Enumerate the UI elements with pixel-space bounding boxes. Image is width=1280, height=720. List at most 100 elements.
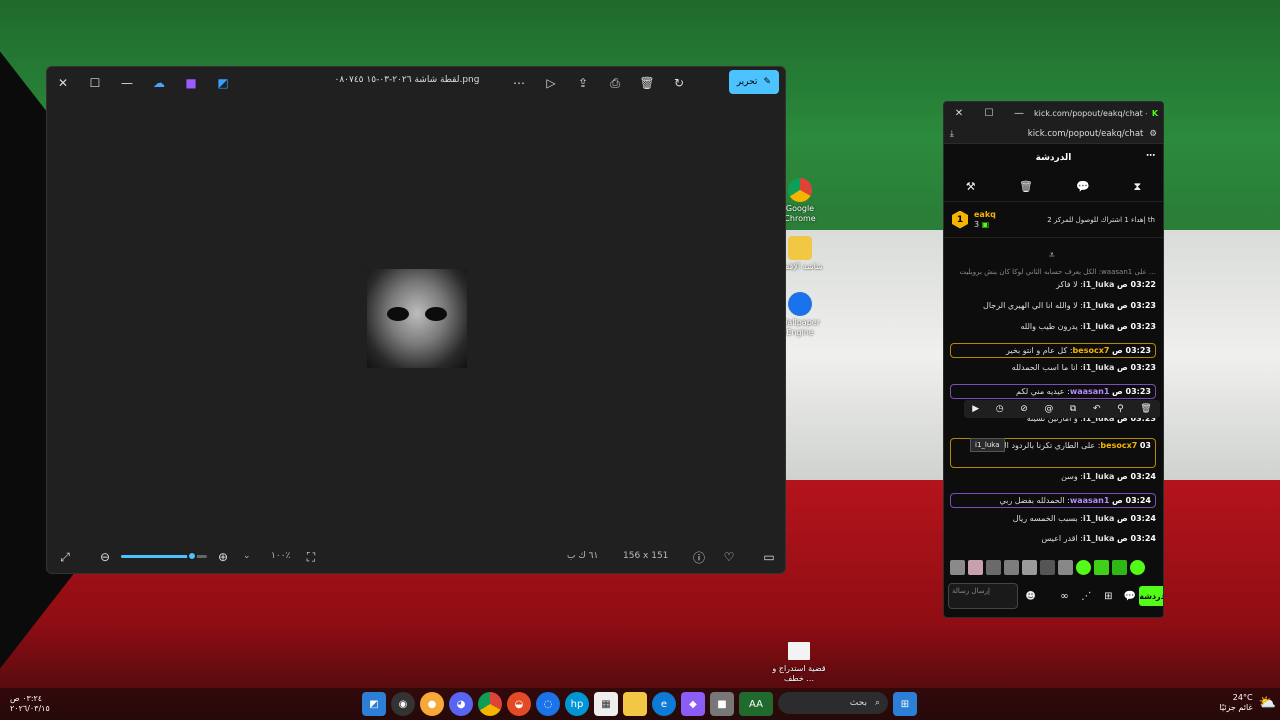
hammer-icon[interactable]: ⚒ <box>966 180 976 193</box>
fit-icon[interactable]: ⛶ <box>295 543 327 571</box>
zoom-slider[interactable] <box>121 551 207 561</box>
emote-icon[interactable] <box>968 560 983 575</box>
delete-icon[interactable]: 🗑 <box>1140 404 1151 414</box>
app-icon[interactable]: ◒ <box>507 692 531 716</box>
message-username[interactable]: i1_luka <box>1083 280 1114 289</box>
play-icon[interactable]: ▶ <box>972 404 979 414</box>
expand-icon[interactable]: ⤢ <box>49 543 81 571</box>
timeout-icon[interactable]: ◷ <box>996 404 1004 414</box>
store-icon[interactable]: ▦ <box>594 692 618 716</box>
print-icon[interactable]: ⎙ <box>599 69 631 97</box>
zoom-out-icon[interactable]: ⊖ <box>89 543 121 571</box>
emote-icon[interactable] <box>1112 560 1127 575</box>
chrome-icon[interactable] <box>478 692 502 716</box>
trash-icon[interactable]: 🗑 <box>1019 180 1033 193</box>
gift-icon[interactable]: ⊞ <box>1099 591 1117 602</box>
taskbar-weather[interactable]: 24°C غائم جزئيًا ⛅ <box>1219 693 1276 713</box>
chat-bubble-icon[interactable]: 💬 <box>1121 591 1139 602</box>
hp-icon[interactable]: hp <box>565 692 589 716</box>
hide-icon[interactable]: ⊘ <box>1020 404 1028 414</box>
chat-message[interactable]: 03:24 ص waasan1: الحمدلله بفضل ربي <box>950 493 1156 508</box>
slideshow-icon[interactable]: ▷ <box>535 69 567 97</box>
message-username[interactable]: i1_luka <box>1083 534 1114 543</box>
discord-icon[interactable]: ◕ <box>449 692 473 716</box>
maximize-icon[interactable]: ☐ <box>79 69 111 97</box>
chat-bubble-icon[interactable]: 💬 <box>1076 180 1090 193</box>
chat-message[interactable]: 03:23 ص i1_luka: لا والله انا الي الهيري… <box>950 301 1156 310</box>
app-icon[interactable]: ■ <box>710 692 734 716</box>
address-bar[interactable]: ⤓ kick.com/popout/eakq/chat ⚙ <box>944 124 1163 144</box>
designer-icon[interactable]: ◩ <box>207 69 239 97</box>
pin-icon[interactable]: ⚲ <box>1117 404 1124 414</box>
maximize-icon[interactable]: ☐ <box>974 108 1004 119</box>
send-chat-button[interactable]: دردشة <box>1139 586 1163 606</box>
taskbar-clock[interactable]: ٠٣:٢٤ ص ٢٠٢٦/٠٣/١٥ <box>10 694 50 714</box>
message-username[interactable]: waasan1 <box>1070 496 1110 505</box>
chat-message-input[interactable]: إرسال رسالة <box>948 583 1018 609</box>
more-options-icon[interactable]: ⋯ <box>503 69 535 97</box>
message-username[interactable]: i1_luka <box>1083 472 1114 481</box>
start-icon[interactable]: ⊞ <box>893 692 917 716</box>
chat-message[interactable]: 03:24 ص i1_luka: بسبب الخمسه ريال <box>950 514 1156 523</box>
delete-icon[interactable]: 🗑 <box>631 69 663 97</box>
folder-icon[interactable] <box>623 692 647 716</box>
share-icon[interactable]: ⋰ <box>1077 591 1095 602</box>
zoom-dropdown-icon[interactable]: ⌄ <box>243 551 251 561</box>
zoom-in-icon[interactable]: ⊕ <box>207 543 239 571</box>
app-icon[interactable]: AA <box>739 692 773 716</box>
message-username[interactable]: i1_luka <box>1083 363 1114 372</box>
share-icon[interactable]: ⇪ <box>567 69 599 97</box>
app-icon[interactable]: ◉ <box>391 692 415 716</box>
emote-icon[interactable] <box>1076 560 1091 575</box>
emote-icon[interactable] <box>1094 560 1109 575</box>
edge-icon[interactable]: e <box>652 692 676 716</box>
close-icon[interactable]: ✕ <box>944 108 974 119</box>
close-icon[interactable]: ✕ <box>47 69 79 97</box>
chat-message[interactable]: 03:22 ص i1_luka: لا فاكر <box>950 280 1156 289</box>
copy-icon[interactable]: ⧉ <box>1070 404 1076 414</box>
message-username[interactable]: i1_luka <box>1083 322 1114 331</box>
more-options-icon[interactable]: ⋯ <box>1146 151 1155 161</box>
chat-message[interactable]: 03:24 ص i1_luka: اقدر اعيس <box>950 534 1156 543</box>
collapse-icon[interactable]: ⩡ <box>1049 250 1055 261</box>
mention-icon[interactable]: @ <box>1044 404 1053 414</box>
chat-message[interactable]: 03:23 ص i1_luka: انا ما اسب الحمدلله <box>950 363 1156 372</box>
message-username[interactable]: i1_luka <box>1083 514 1114 523</box>
zoom-slider-knob[interactable] <box>187 551 197 561</box>
emote-icon[interactable] <box>1004 560 1019 575</box>
emote-icon[interactable] <box>950 560 965 575</box>
rotate-icon[interactable]: ↻ <box>663 69 695 97</box>
pinned-username[interactable]: eakq <box>974 210 996 220</box>
taskbar-search[interactable]: بحث ⌕ <box>778 692 888 714</box>
minimize-icon[interactable]: — <box>111 69 143 97</box>
emote-icon[interactable] <box>1058 560 1073 575</box>
message-username[interactable]: i1_luka <box>1083 301 1114 310</box>
emote-icon[interactable] <box>986 560 1001 575</box>
wallpaper-engine-icon[interactable]: ◌ <box>536 692 560 716</box>
emote-icon[interactable] <box>1130 560 1145 575</box>
message-username[interactable]: besocx7 <box>1073 346 1110 355</box>
emote-icon[interactable] <box>1040 560 1055 575</box>
onedrive-icon[interactable]: ☁ <box>143 69 175 97</box>
app-icon[interactable]: ● <box>420 692 444 716</box>
chat-message[interactable]: 03:23 ص waasan1: عيديه مني لكم <box>950 384 1156 399</box>
desktop-file[interactable]: قضية استدراج و خطف ... <box>772 642 826 684</box>
glasses-icon[interactable]: ∞ <box>1056 591 1074 602</box>
chat-message[interactable]: 03:23 ص i1_luka: يدرون طيب والله <box>950 322 1157 331</box>
emoji-icon[interactable]: ☻ <box>1022 591 1040 602</box>
info-icon[interactable]: ⓘ <box>683 543 715 571</box>
message-username[interactable]: waasan1 <box>1070 387 1110 396</box>
hourglass-icon[interactable]: ⧗ <box>1134 180 1142 194</box>
reply-icon[interactable]: ↶ <box>1093 404 1101 414</box>
emote-icon[interactable] <box>1022 560 1037 575</box>
copilot-icon[interactable]: ◆ <box>681 692 705 716</box>
filmstrip-icon[interactable]: ▭ <box>753 543 785 571</box>
site-settings-icon[interactable]: ⚙ <box>1149 129 1157 139</box>
message-username[interactable]: besocx7 <box>1100 441 1137 450</box>
clipchamp-icon[interactable]: ■ <box>175 69 207 97</box>
favorite-icon[interactable]: ♡ <box>713 543 745 571</box>
edit-button[interactable]: تحرير ✎ <box>728 70 779 94</box>
chat-message[interactable]: 03:23 ص besocx7: كل عام و انتو بخير <box>950 343 1156 358</box>
chat-message[interactable]: 03:24 ص i1_luka: وسن <box>950 472 1156 481</box>
minimize-icon[interactable]: — <box>1004 108 1034 119</box>
